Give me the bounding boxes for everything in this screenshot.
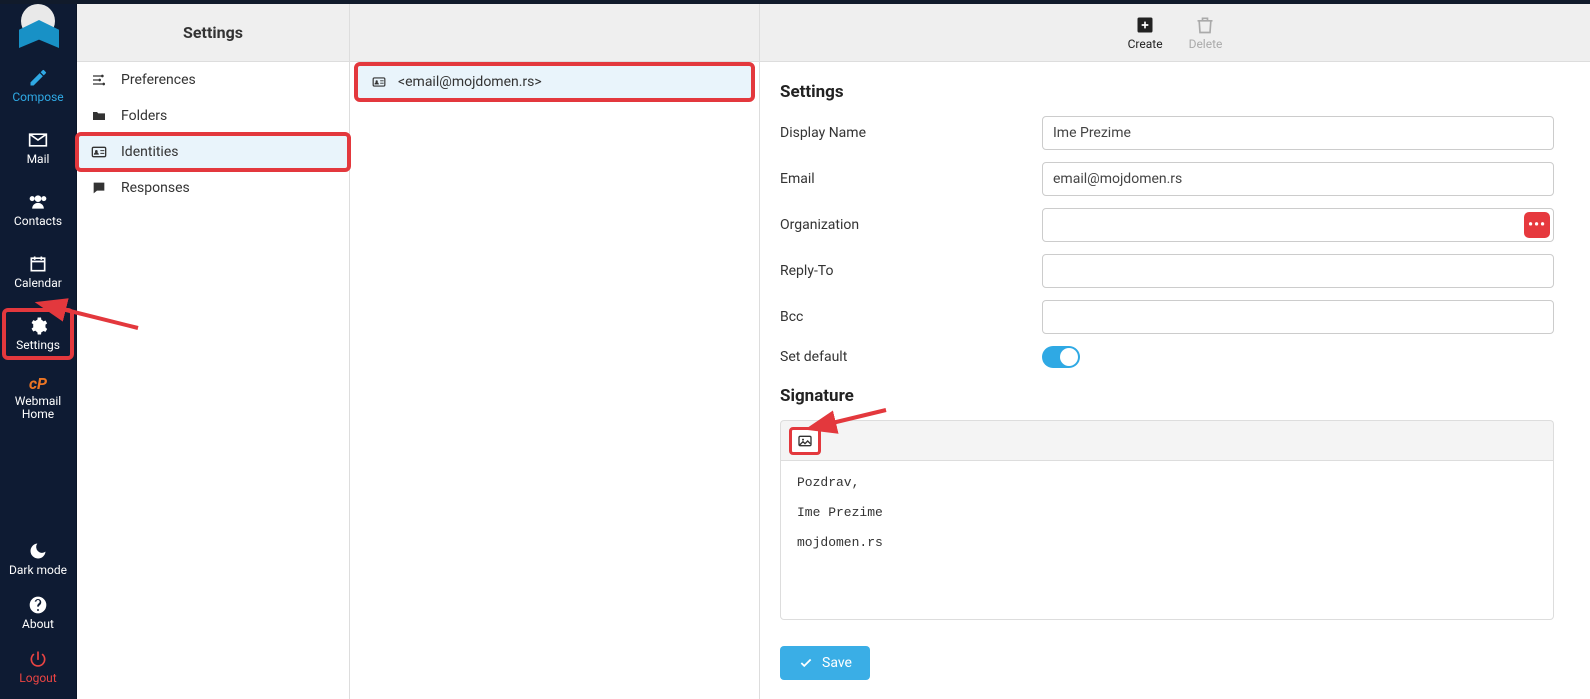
chat-icon <box>89 180 109 196</box>
app-root: Compose Mail Contacts Calendar Settings … <box>0 4 1590 699</box>
input-display-name[interactable] <box>1042 116 1554 150</box>
rail-label: Calendar <box>14 276 62 290</box>
row-organization: Organization ••• <box>780 208 1554 242</box>
label-display-name: Display Name <box>780 125 1042 141</box>
nav-rail: Compose Mail Contacts Calendar Settings … <box>0 4 77 699</box>
toggle-knob <box>1060 348 1078 366</box>
input-bcc[interactable] <box>1042 300 1554 334</box>
identity-form: Settings Display Name Email Organization… <box>760 62 1590 699</box>
rail-label: Dark mode <box>9 563 67 577</box>
settings-item-label: Responses <box>121 180 190 196</box>
rail-logout[interactable]: Logout <box>4 643 72 691</box>
row-display-name: Display Name <box>780 116 1554 150</box>
label-email: Email <box>780 171 1042 187</box>
input-organization[interactable] <box>1042 208 1554 242</box>
rail-label: Mail <box>27 152 50 166</box>
identities-list: <email@mojdomen.rs> <box>350 62 759 100</box>
settings-item-label: Preferences <box>121 72 196 88</box>
folder-icon <box>89 108 109 124</box>
identity-card-icon <box>89 144 109 160</box>
settings-item-folders[interactable]: Folders <box>77 98 349 134</box>
rail-settings[interactable]: Settings <box>4 310 72 358</box>
rail-label: Compose <box>12 90 63 104</box>
rail-label: Contacts <box>14 214 62 228</box>
label-reply-to: Reply-To <box>780 263 1042 279</box>
rail-bottom-group: Dark mode About Logout <box>4 529 72 699</box>
identities-panel: <email@mojdomen.rs> <box>350 4 760 699</box>
rail-label: Webmail Home <box>4 395 72 421</box>
settings-item-label: Folders <box>121 108 167 124</box>
settings-item-identities[interactable]: Identities <box>77 134 349 170</box>
create-button[interactable]: Create <box>1128 15 1163 51</box>
rail-calendar[interactable]: Calendar <box>4 248 72 296</box>
col1-title: Settings <box>183 23 243 42</box>
rail-compose[interactable]: Compose <box>4 62 72 110</box>
power-icon <box>27 649 49 669</box>
row-reply-to: Reply-To <box>780 254 1554 288</box>
cpanel-icon: cP <box>29 374 47 393</box>
settings-item-responses[interactable]: Responses <box>77 170 349 206</box>
row-set-default: Set default <box>780 346 1554 368</box>
app-logo <box>17 10 59 48</box>
settings-list: Preferences Folders Identities Responses <box>77 62 349 206</box>
compose-icon <box>27 68 49 88</box>
gear-icon <box>27 316 49 336</box>
calendar-icon <box>27 254 49 274</box>
toolbar-label: Delete <box>1189 37 1223 51</box>
signature-toolbar <box>780 420 1554 460</box>
moon-icon <box>27 541 49 561</box>
check-icon <box>798 656 814 670</box>
ellipsis-icon: ••• <box>1528 217 1546 233</box>
rail-label: Logout <box>19 671 56 685</box>
settings-item-label: Identities <box>121 144 178 160</box>
identity-label: <email@mojdomen.rs> <box>398 74 542 90</box>
save-label: Save <box>822 655 852 671</box>
users-icon <box>27 192 49 212</box>
rail-contacts[interactable]: Contacts <box>4 186 72 234</box>
rail-webmail-home[interactable]: cP Webmail Home <box>4 368 72 427</box>
trash-icon <box>1194 15 1216 35</box>
question-icon <box>27 595 49 615</box>
sliders-icon <box>89 72 109 88</box>
rail-mail[interactable]: Mail <box>4 124 72 172</box>
input-reply-to[interactable] <box>1042 254 1554 288</box>
rail-label: Settings <box>16 338 60 352</box>
identity-form-panel: Create Delete Settings Display Name Emai… <box>760 4 1590 699</box>
toggle-set-default[interactable] <box>1042 346 1080 368</box>
signature-section-title: Signature <box>780 386 1554 406</box>
row-email: Email <box>780 162 1554 196</box>
rail-label: About <box>22 617 54 631</box>
label-bcc: Bcc <box>780 309 1042 325</box>
org-more-button[interactable]: ••• <box>1524 212 1550 238</box>
identity-item[interactable]: <email@mojdomen.rs> <box>356 64 753 100</box>
label-set-default: Set default <box>780 349 1042 365</box>
rail-dark-mode[interactable]: Dark mode <box>4 535 72 583</box>
settings-item-preferences[interactable]: Preferences <box>77 62 349 98</box>
col1-header: Settings <box>77 4 349 62</box>
label-organization: Organization <box>780 217 1042 233</box>
save-button[interactable]: Save <box>780 646 870 680</box>
row-bcc: Bcc <box>780 300 1554 334</box>
identity-card-icon <box>370 75 388 89</box>
image-icon <box>795 433 815 449</box>
input-email[interactable] <box>1042 162 1554 196</box>
rail-about[interactable]: About <box>4 589 72 637</box>
identity-toolbar: Create Delete <box>760 4 1590 62</box>
plus-square-icon <box>1134 15 1156 35</box>
col2-header <box>350 4 759 62</box>
signature-html-toggle[interactable] <box>789 427 821 455</box>
delete-button[interactable]: Delete <box>1189 15 1223 51</box>
settings-section-title: Settings <box>780 82 1554 102</box>
signature-textarea[interactable] <box>780 460 1554 620</box>
envelope-icon <box>27 130 49 150</box>
settings-sections-panel: Settings Preferences Folders Identities … <box>77 4 350 699</box>
toolbar-label: Create <box>1128 37 1163 51</box>
